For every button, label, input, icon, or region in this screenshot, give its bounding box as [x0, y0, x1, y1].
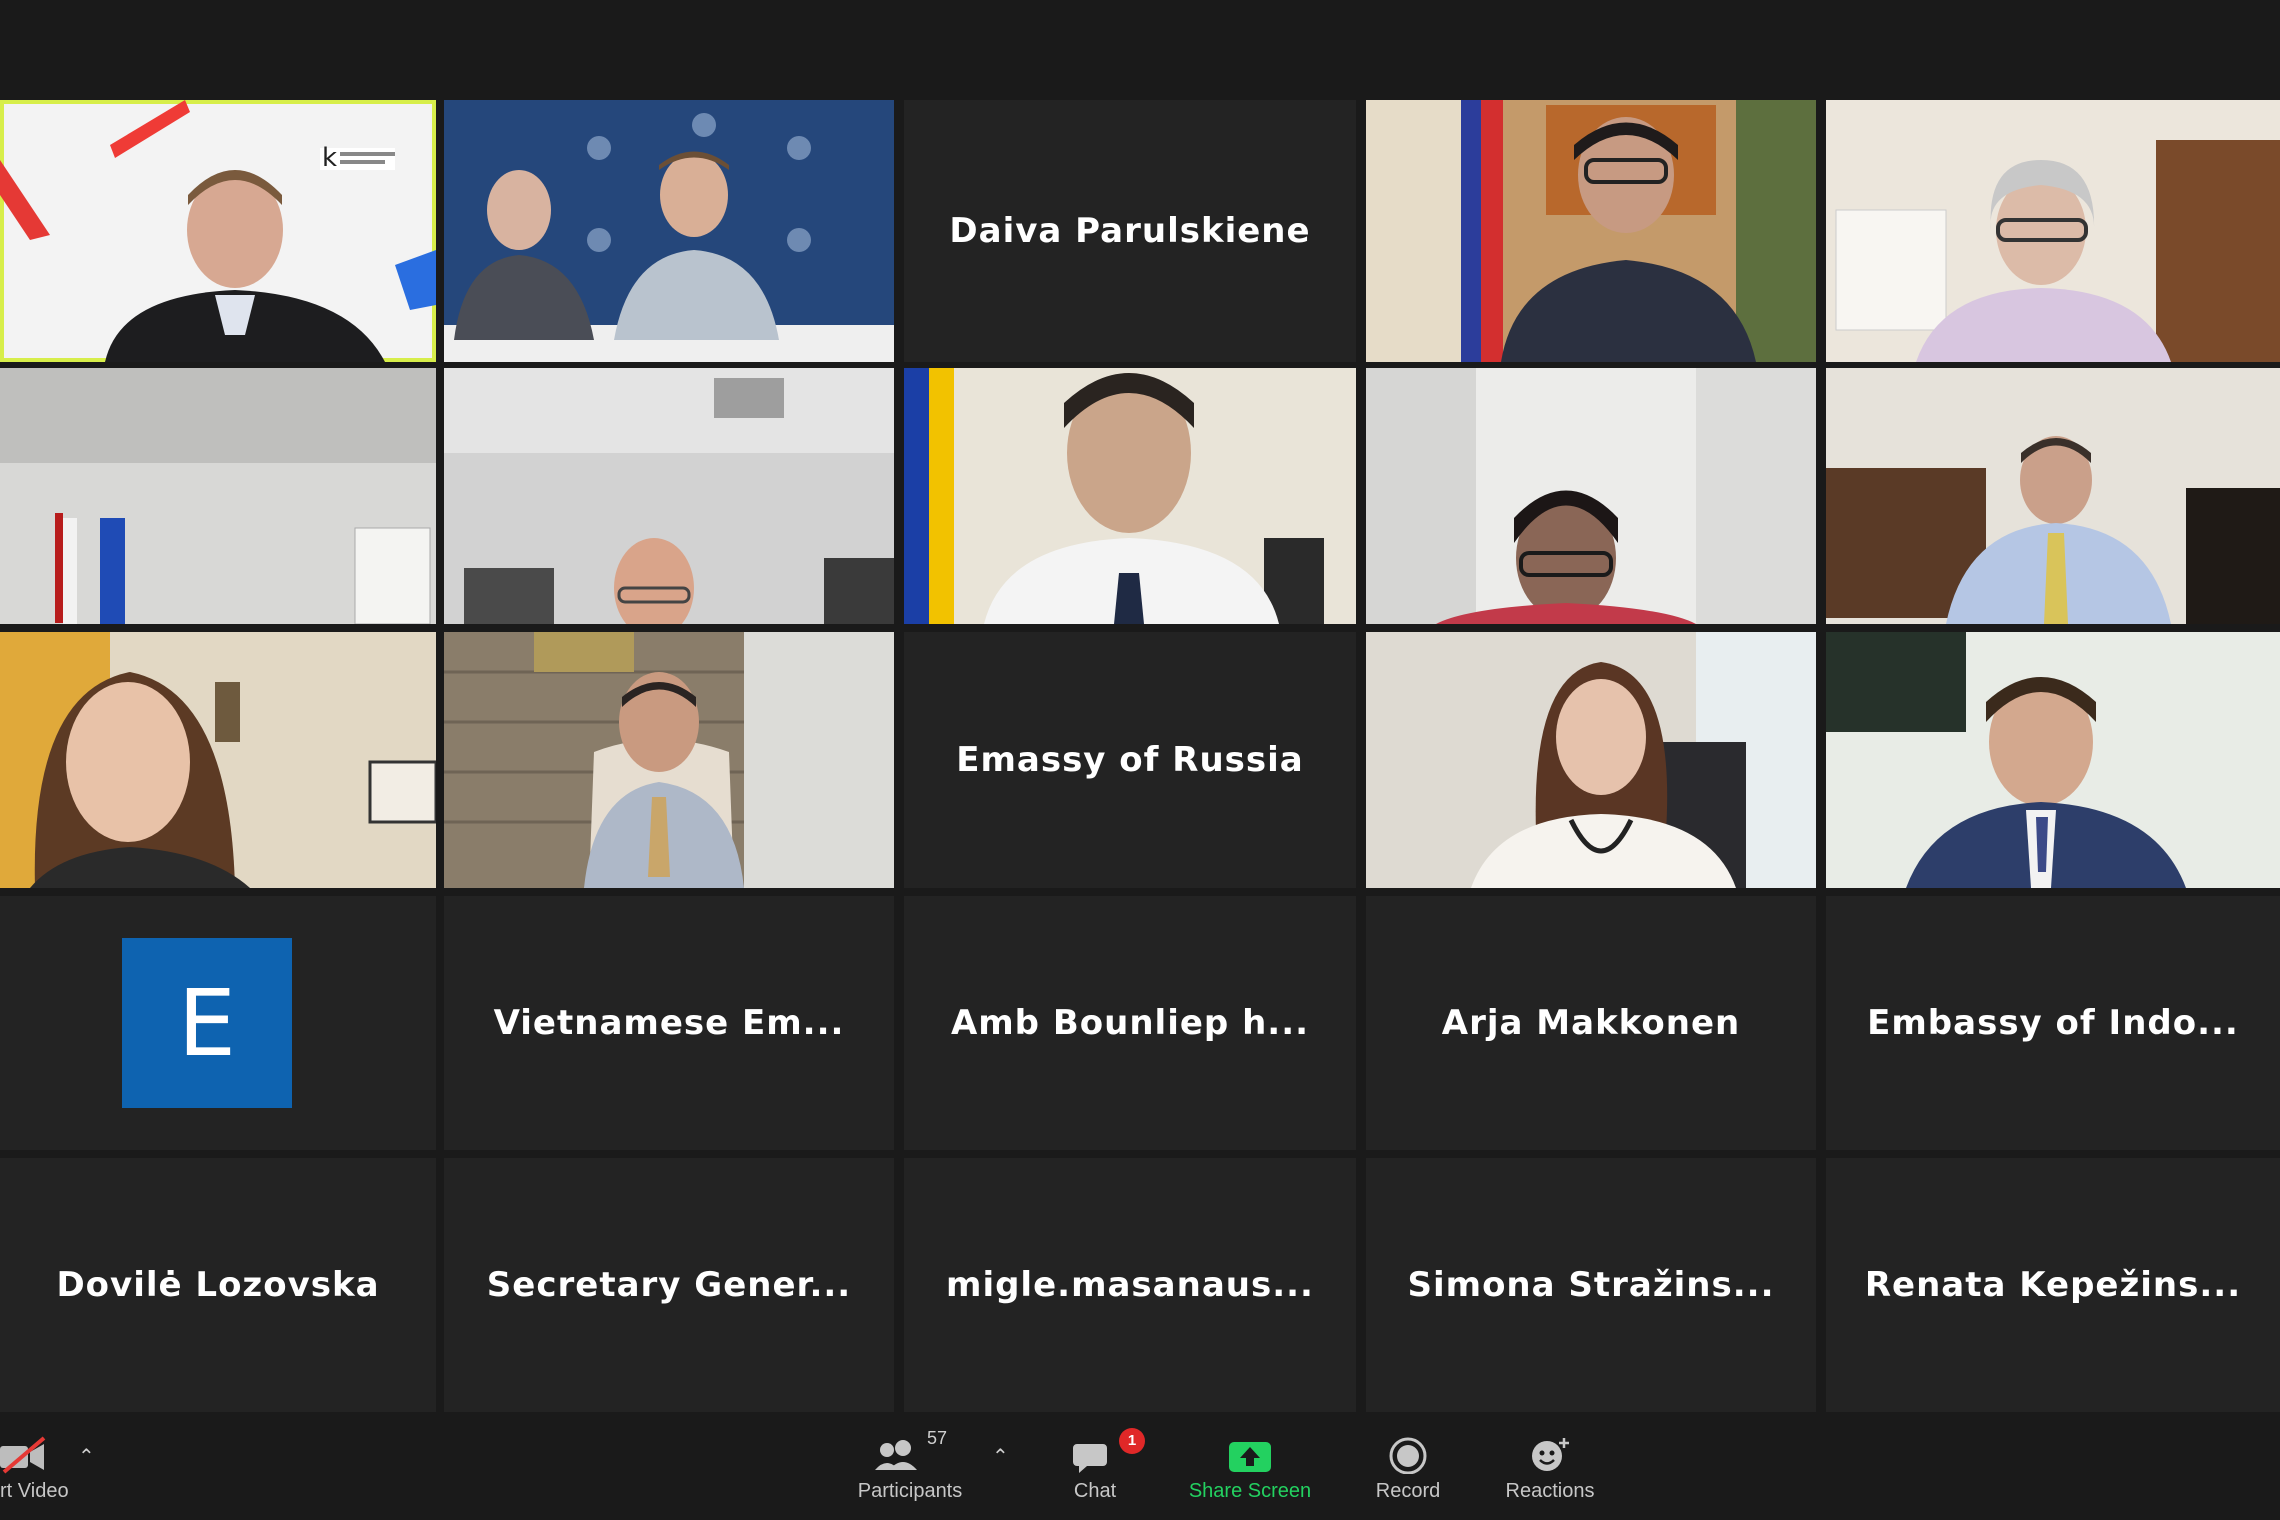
- video-tile-12[interactable]: [444, 632, 894, 888]
- name-tile-renata[interactable]: Renata Kepežins...: [1826, 1158, 2280, 1412]
- video-tile-15[interactable]: [1826, 632, 2280, 888]
- participants-label: Participants: [857, 1480, 963, 1502]
- participant-video: [1826, 632, 2280, 888]
- top-bar: [0, 0, 2280, 98]
- record-button[interactable]: Record: [1358, 1418, 1458, 1520]
- video-tile-14[interactable]: [1366, 632, 1816, 888]
- participant-video: [1826, 100, 2280, 362]
- video-tile-6[interactable]: [0, 368, 436, 624]
- chat-button[interactable]: 1 Chat: [1055, 1418, 1145, 1520]
- reactions-label: Reactions: [1505, 1480, 1595, 1502]
- share-screen-label: Share Screen: [1188, 1480, 1312, 1502]
- share-screen-button[interactable]: Share Screen: [1180, 1418, 1320, 1520]
- video-tile-2[interactable]: [444, 100, 894, 362]
- participant-name: Daiva Parulskiene: [949, 211, 1311, 251]
- name-tile-arja[interactable]: Arja Makkonen: [1366, 896, 1816, 1150]
- reactions-button[interactable]: Reactions: [1495, 1418, 1605, 1520]
- video-tile-4[interactable]: [1366, 100, 1816, 362]
- participant-name: Arja Makkonen: [1441, 1003, 1741, 1043]
- participant-name: Emassy of Russia: [956, 740, 1304, 780]
- svg-text:k: k: [322, 143, 337, 173]
- avatar-tile[interactable]: E: [0, 896, 436, 1150]
- video-options-caret[interactable]: ⌃: [78, 1444, 95, 1469]
- participants-options-caret[interactable]: ⌃: [992, 1444, 1009, 1469]
- video-tile-11[interactable]: [0, 632, 436, 888]
- participant-video: [0, 368, 436, 624]
- record-icon: [1389, 1437, 1427, 1474]
- chat-label: Chat: [1073, 1480, 1117, 1502]
- participant-video: [1366, 632, 1816, 888]
- participant-video: [1366, 100, 1816, 362]
- participant-video: [1826, 368, 2280, 624]
- video-off-icon: [0, 1418, 50, 1474]
- start-video-label: rt Video: [0, 1480, 69, 1502]
- participant-name: migle.masanaus...: [946, 1265, 1314, 1305]
- start-video-button[interactable]: rt Video: [0, 1418, 80, 1520]
- name-tile-bounliep[interactable]: Amb Bounliep h...: [904, 896, 1356, 1150]
- video-tile-5[interactable]: [1826, 100, 2280, 362]
- name-tile-daiva[interactable]: Daiva Parulskiene: [904, 100, 1356, 362]
- participant-video: [904, 368, 1356, 624]
- participant-avatar: E: [122, 938, 292, 1108]
- chat-icon: [1073, 1444, 1107, 1473]
- participant-video: [444, 368, 894, 624]
- participants-button[interactable]: 57 Participants: [845, 1418, 975, 1520]
- reactions-icon: [1532, 1438, 1569, 1471]
- share-screen-icon: [1229, 1442, 1271, 1472]
- participant-name: Dovilė Lozovska: [56, 1265, 380, 1305]
- name-tile-secretary[interactable]: Secretary Gener...: [444, 1158, 894, 1412]
- participant-name: Embassy of Indo...: [1867, 1003, 2239, 1043]
- video-tile-speaker[interactable]: k: [0, 100, 436, 362]
- participant-video: [0, 632, 436, 888]
- video-tile-9[interactable]: [1366, 368, 1816, 624]
- participant-name: Secretary Gener...: [486, 1265, 852, 1305]
- speaker-video: k: [0, 100, 436, 362]
- name-tile-vietnamese[interactable]: Vietnamese Em...: [444, 896, 894, 1150]
- name-tile-indonesia[interactable]: Embassy of Indo...: [1826, 896, 2280, 1150]
- name-tile-simona[interactable]: Simona Stražins...: [1366, 1158, 1816, 1412]
- participants-icon: [874, 1440, 917, 1470]
- name-tile-migle[interactable]: migle.masanaus...: [904, 1158, 1356, 1412]
- participants-count: 57: [926, 1428, 948, 1448]
- name-tile-russia[interactable]: Emassy of Russia: [904, 632, 1356, 888]
- chat-unread-badge: 1: [1119, 1428, 1145, 1454]
- participant-video: [1366, 368, 1816, 624]
- participant-name: Renata Kepežins...: [1864, 1265, 2242, 1305]
- participant-video: [444, 632, 894, 888]
- participant-name: Vietnamese Em...: [493, 1003, 845, 1043]
- name-tile-dovile[interactable]: Dovilė Lozovska: [0, 1158, 436, 1412]
- record-label: Record: [1375, 1480, 1441, 1502]
- participant-name: Simona Stražins...: [1407, 1265, 1775, 1305]
- meeting-toolbar: rt Video ⌃ 57 Participants ⌃ 1 Chat Shar…: [0, 1418, 2280, 1520]
- video-tile-10[interactable]: [1826, 368, 2280, 624]
- participant-name: Amb Bounliep h...: [950, 1003, 1310, 1043]
- video-tile-8[interactable]: [904, 368, 1356, 624]
- video-tile-7[interactable]: [444, 368, 894, 624]
- participant-video: [444, 100, 894, 362]
